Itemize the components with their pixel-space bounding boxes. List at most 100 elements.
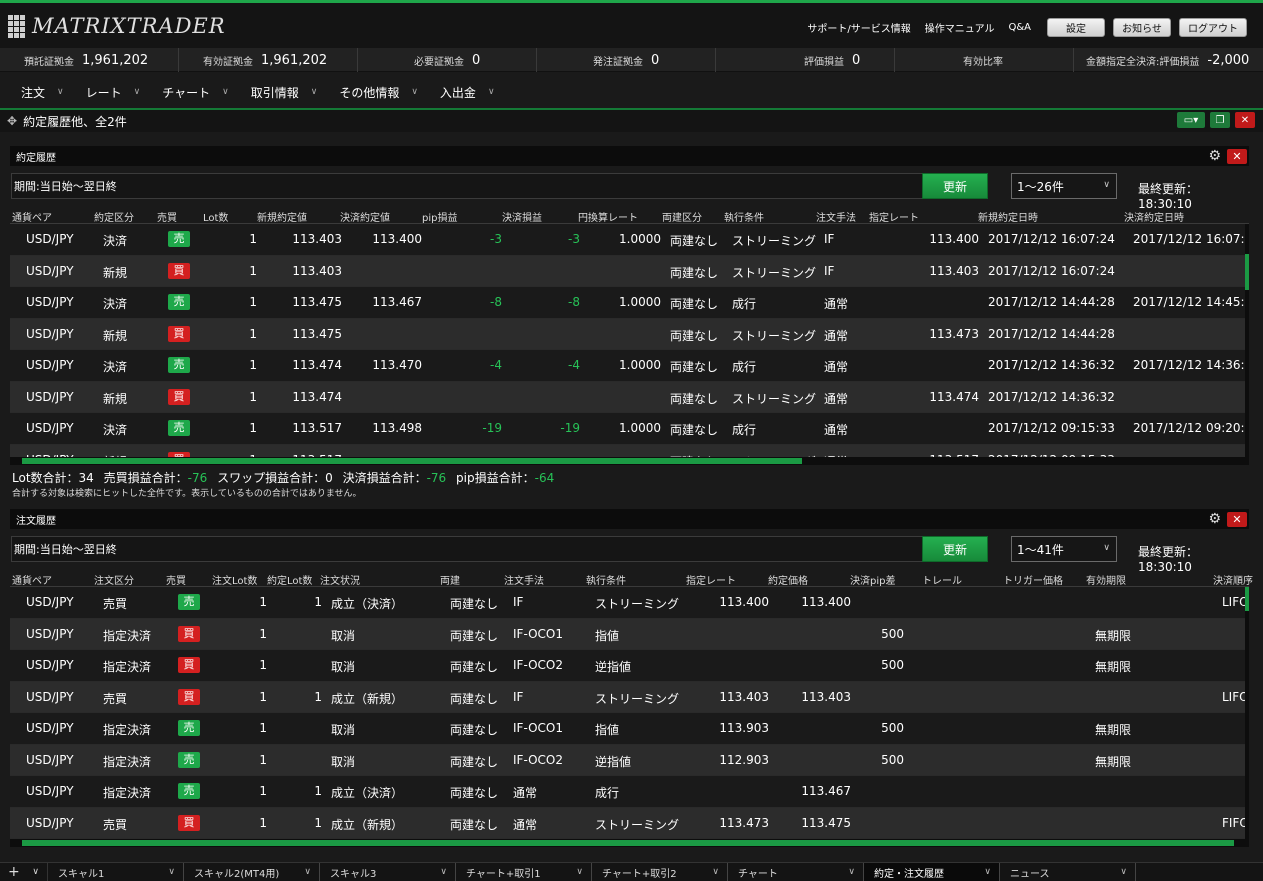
menu-order[interactable]: 注文 ∨ [21, 84, 64, 101]
workspace-tab[interactable]: チャート ∨ [728, 863, 864, 881]
column-header[interactable]: 約定価格 [768, 572, 808, 587]
notice-button[interactable]: お知らせ [1113, 18, 1171, 37]
table-row[interactable]: USD/JPY 新規 買 1 113.474 両建なし ストリーミング 通常 113.474 20… [10, 381, 1249, 413]
gear-icon[interactable]: ⚙ [1208, 148, 1221, 164]
column-header[interactable]: 両建区分 [662, 209, 702, 224]
close-icon[interactable]: ✕ [1227, 148, 1247, 164]
column-header[interactable]: 新規約定値 [257, 209, 307, 224]
column-header[interactable]: pip損益 [422, 209, 457, 224]
window-title-bar[interactable]: ✥ 約定履歴他、全2件 ▭▾ ❐ ✕ [0, 110, 1263, 132]
column-header[interactable]: 注文手法 [816, 209, 856, 224]
table-row[interactable]: USD/JPY 決済 売 1 113.474 113.470 -4 -4 1.0000 両建なし成… [10, 350, 1249, 382]
workspace-tabs: + ∨ スキャル1 ∨ スキャル2(MT4用) ∨ スキャル3 ∨ チャート+取引1 ∨ チャート… [0, 862, 1263, 881]
column-header[interactable]: 約定Lot数 [267, 572, 312, 587]
column-header[interactable]: 注文状況 [320, 572, 360, 587]
table-row[interactable]: USD/JPY 新規 買 1 113.403 両建なし ストリーミング IF 113.403 20… [10, 255, 1249, 287]
table-row[interactable]: USD/JPY 決済 売 1 113.475 113.467 -8 -8 1.0000 両建なし成… [10, 287, 1249, 319]
workspace-tab[interactable]: チャート+取引2 ∨ [592, 863, 728, 881]
column-header[interactable]: 決済pip差 [850, 572, 895, 587]
settings-button[interactable]: 設定 [1047, 18, 1105, 37]
column-header[interactable]: 執行条件 [724, 209, 764, 224]
cell-pip-diff: 500 [881, 658, 904, 672]
table-row[interactable]: USD/JPY 指定決済 売 1 1 成立（決済） 両建なし 通常 成行 113.467 [10, 776, 1249, 808]
tab-label: ニュース [1010, 868, 1050, 880]
menu-other-info[interactable]: その他情報 ∨ [339, 84, 418, 101]
vertical-scrollbar[interactable] [1245, 224, 1249, 457]
manual-link[interactable]: 操作マニュアル [925, 20, 995, 35]
column-header[interactable]: 注文手法 [504, 572, 544, 587]
workspace-tab[interactable]: スキャル1 ∨ [48, 863, 184, 881]
gear-icon[interactable]: ⚙ [1208, 511, 1221, 527]
add-tab-button[interactable]: + ∨ [0, 863, 48, 881]
column-header[interactable]: Lot数 [203, 209, 228, 224]
horizontal-scrollbar[interactable] [10, 839, 1249, 847]
menu-trade-info[interactable]: 取引情報 ∨ [251, 84, 318, 101]
column-header[interactable]: 売買 [166, 572, 186, 587]
close-icon[interactable]: ✕ [1227, 511, 1247, 527]
menu-deposit-withdraw[interactable]: 入出金 ∨ [440, 84, 495, 101]
restore-button[interactable]: ❐ [1210, 112, 1230, 128]
column-header[interactable]: 決済順序 [1213, 572, 1253, 587]
menu-chart[interactable]: チャート ∨ [162, 84, 228, 101]
qa-link[interactable]: Q&A [1008, 22, 1031, 33]
cell-exec-price: 113.467 [801, 784, 851, 798]
column-header[interactable]: 決済損益 [502, 209, 542, 224]
column-header[interactable]: 決済約定値 [340, 209, 390, 224]
workspace-tab[interactable]: ニュース ∨ [1000, 863, 1136, 881]
column-header[interactable]: 有効期限 [1086, 572, 1126, 587]
account-order-margin: 発注証拠金 0 [537, 48, 716, 72]
column-header[interactable]: 注文区分 [94, 572, 134, 587]
chevron-down-icon: ∨ [57, 87, 64, 97]
window-menu-button[interactable]: ▭▾ [1177, 112, 1205, 128]
close-button[interactable]: ✕ [1235, 112, 1255, 128]
column-header[interactable]: 通貨ペア [12, 572, 52, 587]
menu-rate[interactable]: レート ∨ [86, 84, 141, 101]
table-row[interactable]: USD/JPY 決済 売 1 113.403 113.400 -3 -3 1.0000 両建なしス… [10, 224, 1249, 256]
table-row[interactable]: USD/JPY 指定決済 売 1 取消 両建なし IF-OCO2 逆指値 112.903 500 無… [10, 744, 1249, 776]
column-header[interactable]: 新規約定日時 [978, 209, 1038, 224]
column-header[interactable]: トリガー価格 [1003, 572, 1063, 587]
workspace-tab[interactable]: スキャル2(MT4用) ∨ [184, 863, 320, 881]
cell-close-time: 2017/12/12 14:45:56 [1133, 295, 1249, 309]
account-value: 0 [472, 52, 481, 68]
workspace-tab[interactable]: チャート+取引1 ∨ [456, 863, 592, 881]
table-row[interactable]: USD/JPY新規買1113.517両建なしストリーミング通常113.51720… [10, 444, 1249, 457]
vertical-scrollbar[interactable] [1245, 587, 1249, 839]
column-header[interactable]: 両建 [440, 572, 460, 587]
column-header[interactable]: 円換算レート [578, 209, 638, 224]
restore-icon: ❐ [1215, 114, 1225, 126]
table-row[interactable]: USD/JPY 新規 買 1 113.475 両建なし ストリーミング 通常 113.473 20… [10, 318, 1249, 350]
workspace-tab[interactable]: スキャル3 ∨ [320, 863, 456, 881]
column-header[interactable]: 決済約定日時 [1124, 209, 1184, 224]
table-row[interactable]: USD/JPY 決済 売 1 113.517 113.498 -19 -19 1.0000 両建な… [10, 413, 1249, 445]
column-header[interactable]: 約定区分 [94, 209, 134, 224]
table-row[interactable]: USD/JPY 売買 売 1 1 成立（決済） 両建なし IF ストリーミング 113.400 11… [10, 587, 1249, 619]
support-link[interactable]: サポート/サービス情報 [807, 20, 910, 35]
logout-button[interactable]: ログアウト [1179, 18, 1247, 37]
cell-jpy-rate: 1.0000 [619, 232, 661, 246]
horizontal-scrollbar[interactable] [10, 457, 1249, 465]
column-header[interactable]: 売買 [157, 209, 177, 224]
table-row[interactable]: USD/JPY 指定決済 買 1 取消 両建なし IF-OCO2 逆指値 500 無期限 [10, 650, 1249, 682]
column-header[interactable]: トレール [922, 572, 962, 587]
move-icon[interactable]: ✥ [7, 114, 17, 128]
table-row[interactable]: USD/JPY 指定決済 売 1 取消 両建なし IF-OCO1 指値 113.903 500 無期… [10, 713, 1249, 745]
workspace-tab[interactable]: 約定・注文履歴 ∨ [864, 863, 1000, 881]
period-field[interactable]: 期間:当日始～翌日終 [11, 536, 923, 562]
logo-text: MATRIXTRADER [32, 14, 226, 38]
table-row[interactable]: USD/JPY 指定決済 買 1 取消 両建なし IF-OCO1 指値 500 無期限 [10, 618, 1249, 650]
period-field[interactable]: 期間:当日始～翌日終 [11, 173, 923, 199]
update-button[interactable]: 更新 [922, 536, 988, 562]
table-row[interactable]: USD/JPY 売買 買 1 1 成立（新規） 両建なし IF ストリーミング 113.403 11… [10, 681, 1249, 713]
cell-open-price: 113.517 [292, 421, 342, 435]
column-header[interactable]: 執行条件 [586, 572, 626, 587]
table-row[interactable]: USD/JPY 売買 買 1 1 成立（新規） 両建なし 通常 ストリーミング 113.473 11… [10, 807, 1249, 839]
column-header[interactable]: 指定レート [686, 572, 736, 587]
range-select[interactable]: 1～41件 ∨ [1011, 536, 1117, 562]
column-header[interactable]: 通貨ペア [12, 209, 52, 224]
cell-side: 売 [178, 751, 200, 768]
update-button[interactable]: 更新 [922, 173, 988, 199]
range-select[interactable]: 1～26件 ∨ [1011, 173, 1117, 199]
column-header[interactable]: 注文Lot数 [212, 572, 257, 587]
column-header[interactable]: 指定レート [869, 209, 919, 224]
